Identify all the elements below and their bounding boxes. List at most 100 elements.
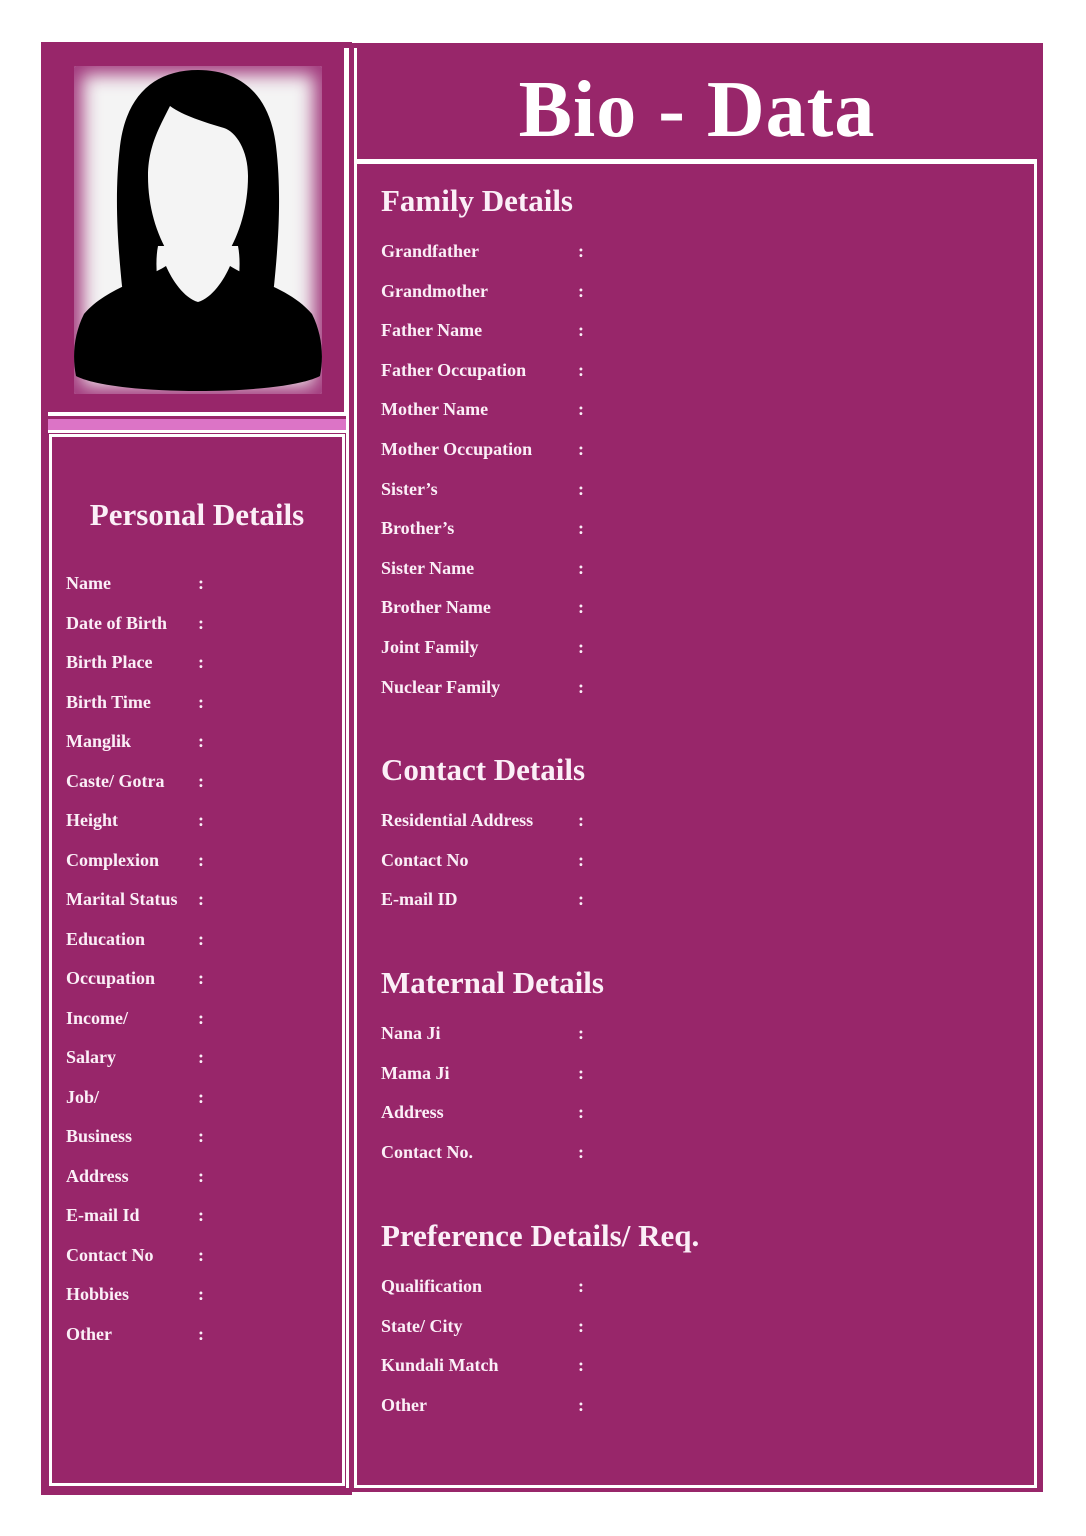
field-separator: : xyxy=(578,810,584,830)
field-separator: : xyxy=(198,849,204,870)
field-row: Business: xyxy=(66,1124,204,1148)
field-label: State/ City xyxy=(381,1315,463,1336)
field-separator: : xyxy=(578,676,584,697)
field-separator: : xyxy=(198,1284,204,1304)
field-separator: : xyxy=(578,889,584,910)
field-label: Contact No xyxy=(66,1244,154,1265)
field-separator: : xyxy=(198,770,204,791)
frame-line xyxy=(346,48,349,1488)
field-label: Hobbies xyxy=(66,1284,130,1304)
field-separator: : xyxy=(578,849,584,870)
field-row: State/ City: xyxy=(381,1314,584,1338)
field-row: Joint Family: xyxy=(381,635,584,659)
field-row: Grandfather: xyxy=(381,239,584,263)
field-separator: : xyxy=(578,1276,584,1296)
field-label: Father Occupation xyxy=(381,359,527,380)
field-label: Mother Occupation xyxy=(381,439,533,459)
field-label: Education xyxy=(66,928,146,949)
field-separator: : xyxy=(198,1047,204,1067)
field-row: Nana Ji: xyxy=(381,1021,584,1045)
field-label: Grandfather xyxy=(381,241,479,261)
field-row: Birth Time: xyxy=(66,690,204,714)
field-row: Education: xyxy=(66,927,204,951)
field-label: Marital Status xyxy=(66,889,178,909)
field-row: Brother’s: xyxy=(381,516,584,540)
field-row: Mama Ji: xyxy=(381,1061,584,1085)
field-row: Caste/ Gotra: xyxy=(66,769,204,793)
field-label: Other xyxy=(381,1394,427,1415)
field-separator: : xyxy=(198,1126,204,1146)
field-label: Birth Place xyxy=(66,652,153,672)
field-separator: : xyxy=(198,1165,204,1186)
contact-details-heading: Contact Details xyxy=(381,752,586,787)
field-label: Mother Name xyxy=(381,399,489,420)
field-separator: : xyxy=(578,1141,584,1162)
field-separator: : xyxy=(578,359,584,380)
field-separator: : xyxy=(578,241,584,261)
field-row: Residential Address: xyxy=(381,808,584,832)
field-separator: : xyxy=(578,637,584,657)
field-separator: : xyxy=(198,652,204,672)
field-separator: : xyxy=(578,1394,584,1415)
field-separator: : xyxy=(198,928,204,949)
field-row: Hobbies: xyxy=(66,1282,204,1306)
field-label: Income/ xyxy=(66,1007,128,1028)
field-separator: : xyxy=(578,557,584,578)
field-row: Manglik: xyxy=(66,729,204,753)
field-label: Nuclear Family xyxy=(381,676,501,697)
field-separator: : xyxy=(198,1244,204,1265)
field-row: E-mail Id: xyxy=(66,1203,204,1227)
field-label: Address xyxy=(66,1165,129,1186)
field-label: Birth Time xyxy=(66,691,151,712)
field-label: Qualification xyxy=(381,1276,483,1296)
field-separator: : xyxy=(198,731,204,751)
field-row: Qualification: xyxy=(381,1274,584,1298)
personal-details-heading: Personal Details xyxy=(89,497,305,532)
field-label: Height xyxy=(66,810,118,830)
field-label: Address xyxy=(381,1102,444,1123)
field-label: Residential Address xyxy=(381,810,534,830)
field-row: Job/: xyxy=(66,1085,204,1109)
field-separator: : xyxy=(578,1315,584,1336)
field-separator: : xyxy=(578,439,584,459)
field-row: Contact No: xyxy=(66,1243,204,1267)
field-label: Brother’s xyxy=(381,518,455,539)
field-label: Nana Ji xyxy=(381,1023,441,1043)
field-row: Mother Occupation: xyxy=(381,437,584,461)
field-separator: : xyxy=(198,968,204,988)
field-label: Caste/ Gotra xyxy=(66,770,165,791)
field-separator: : xyxy=(578,1062,584,1083)
field-label: Job/ xyxy=(66,1086,100,1107)
field-label: Mama Ji xyxy=(381,1062,450,1083)
maternal-details-heading: Maternal Details xyxy=(381,965,604,1000)
field-label: Manglik xyxy=(66,731,132,751)
field-separator: : xyxy=(198,1323,204,1344)
accent-divider xyxy=(48,430,348,433)
page-title: Bio - Data xyxy=(518,66,876,154)
field-row: Sister Name: xyxy=(381,556,584,580)
field-separator: : xyxy=(578,1355,584,1376)
field-separator: : xyxy=(578,1102,584,1123)
field-label: Father Name xyxy=(381,320,483,341)
field-separator: : xyxy=(198,612,204,633)
field-separator: : xyxy=(198,1205,204,1225)
frame-line xyxy=(354,1485,1037,1488)
field-row: Name: xyxy=(66,571,204,595)
field-row: Nuclear Family: xyxy=(381,675,584,699)
field-separator: : xyxy=(198,889,204,909)
field-separator: : xyxy=(578,280,584,301)
field-row: Contact No: xyxy=(381,848,584,872)
field-separator: : xyxy=(578,320,584,341)
field-separator: : xyxy=(198,691,204,712)
field-label: Sister’s xyxy=(381,478,438,499)
field-label: E-mail ID xyxy=(381,889,458,910)
field-row: Other: xyxy=(66,1322,204,1346)
field-separator: : xyxy=(578,518,584,539)
field-row: Salary: xyxy=(66,1045,204,1069)
field-row: Height: xyxy=(66,808,204,832)
field-row: Sister’s: xyxy=(381,477,584,501)
profile-photo[interactable] xyxy=(74,66,322,394)
field-row: Brother Name: xyxy=(381,595,584,619)
field-label: Brother Name xyxy=(381,597,491,618)
field-label: Grandmother xyxy=(381,280,488,301)
